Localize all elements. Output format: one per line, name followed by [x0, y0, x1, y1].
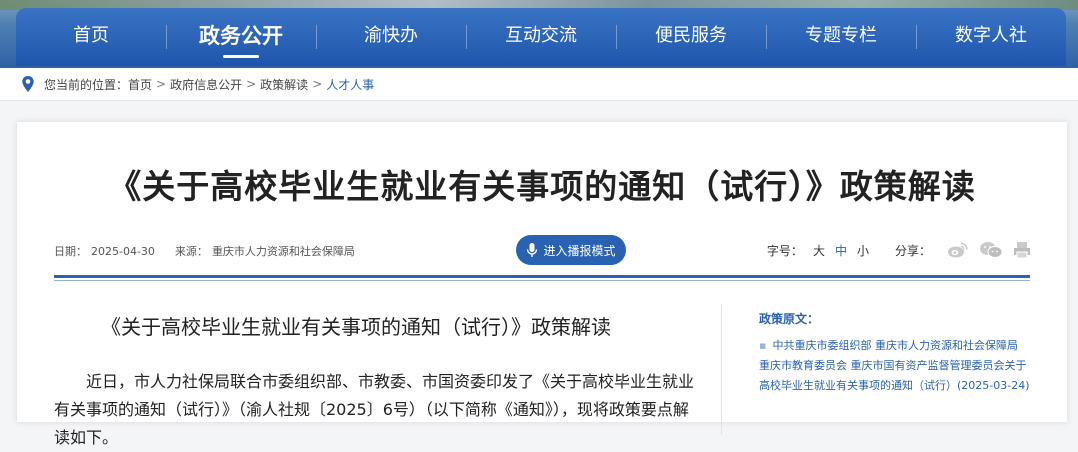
- font-size-medium[interactable]: 中: [835, 242, 847, 259]
- article-card: 《关于高校毕业生就业有关事项的通知（试行）》政策解读 日期： 2025-04-30…: [17, 122, 1067, 447]
- nav-item-yukuaiban[interactable]: 渝快办: [316, 8, 466, 66]
- article-tools: 字号： 大 中 小 分享：: [767, 241, 1031, 259]
- title-divider-thin: [54, 280, 1030, 281]
- article-source: 重庆市人力资源和社会保障局: [211, 245, 355, 258]
- article-date: 2025-04-30: [91, 245, 155, 258]
- microphone-icon: [527, 243, 538, 257]
- broadcast-mode-label: 进入播报模式: [543, 243, 616, 258]
- main-nav: 首页 政务公开 渝快办 互动交流 便民服务 专题专栏 数字人社: [16, 8, 1066, 66]
- share-label: 分享：: [894, 243, 931, 258]
- nav-item-home[interactable]: 首页: [16, 8, 166, 66]
- breadcrumb-prefix: 您当前的位置：: [44, 77, 129, 92]
- font-size-label: 字号：: [766, 243, 803, 258]
- breadcrumb-gov-info-link[interactable]: 政府信息公开: [170, 76, 242, 93]
- breadcrumb-separator: >: [156, 77, 167, 91]
- breadcrumb-separator: >: [246, 77, 257, 91]
- weibo-icon[interactable]: [947, 241, 969, 259]
- content-column-divider: [721, 305, 722, 435]
- source-label: 来源：: [174, 245, 208, 258]
- print-icon[interactable]: [1013, 241, 1031, 259]
- wechat-icon[interactable]: [979, 241, 1003, 259]
- body-title: 《关于高校毕业生就业有关事项的通知（试行）》政策解读: [101, 315, 611, 339]
- nav-item-gov-affairs[interactable]: 政务公开: [166, 8, 316, 66]
- nav-item-interaction[interactable]: 互动交流: [466, 8, 616, 66]
- policy-original-heading: 政策原文：: [759, 312, 820, 326]
- header-banner: 首页 政务公开 渝快办 互动交流 便民服务 专题专栏 数字人社: [0, 0, 1078, 68]
- breadcrumb: 您当前的位置： 首页 > 政府信息公开 > 政策解读 > 人才人事: [0, 68, 1078, 101]
- title-divider: [54, 275, 1030, 278]
- breadcrumb-separator: >: [312, 77, 323, 91]
- breadcrumb-talent-link[interactable]: 人才人事: [326, 76, 374, 93]
- font-size-large[interactable]: 大: [813, 242, 825, 259]
- policy-original-link[interactable]: ▪ 中共重庆市委组织部 重庆市人力资源和社会保障局 重庆市教育委员会 重庆市国有资…: [759, 336, 1031, 396]
- broadcast-mode-button[interactable]: 进入播报模式: [516, 235, 626, 265]
- bullet-icon: ▪: [759, 339, 767, 352]
- date-label: 日期：: [54, 245, 87, 258]
- location-pin-icon: [22, 76, 34, 92]
- nav-item-digital-hr[interactable]: 数字人社: [916, 8, 1066, 66]
- breadcrumb-policy-link[interactable]: 政策解读: [260, 76, 308, 93]
- policy-original-link-text: 中共重庆市委组织部 重庆市人力资源和社会保障局 重庆市教育委员会 重庆市国有资产…: [759, 339, 1030, 392]
- breadcrumb-home-link[interactable]: 首页: [128, 76, 152, 93]
- article-meta: 日期： 2025-04-30 来源： 重庆市人力资源和社会保障局: [54, 243, 359, 259]
- article-title: 《关于高校毕业生就业有关事项的通知（试行）》政策解读: [108, 167, 976, 206]
- font-size-small[interactable]: 小: [857, 242, 869, 259]
- nav-item-services[interactable]: 便民服务: [616, 8, 766, 66]
- body-paragraph: 近日，市人力社保局联合市委组织部、市教委、市国资委印发了《关于高校毕业生就业有关…: [54, 372, 695, 447]
- nav-item-topics[interactable]: 专题专栏: [766, 8, 916, 66]
